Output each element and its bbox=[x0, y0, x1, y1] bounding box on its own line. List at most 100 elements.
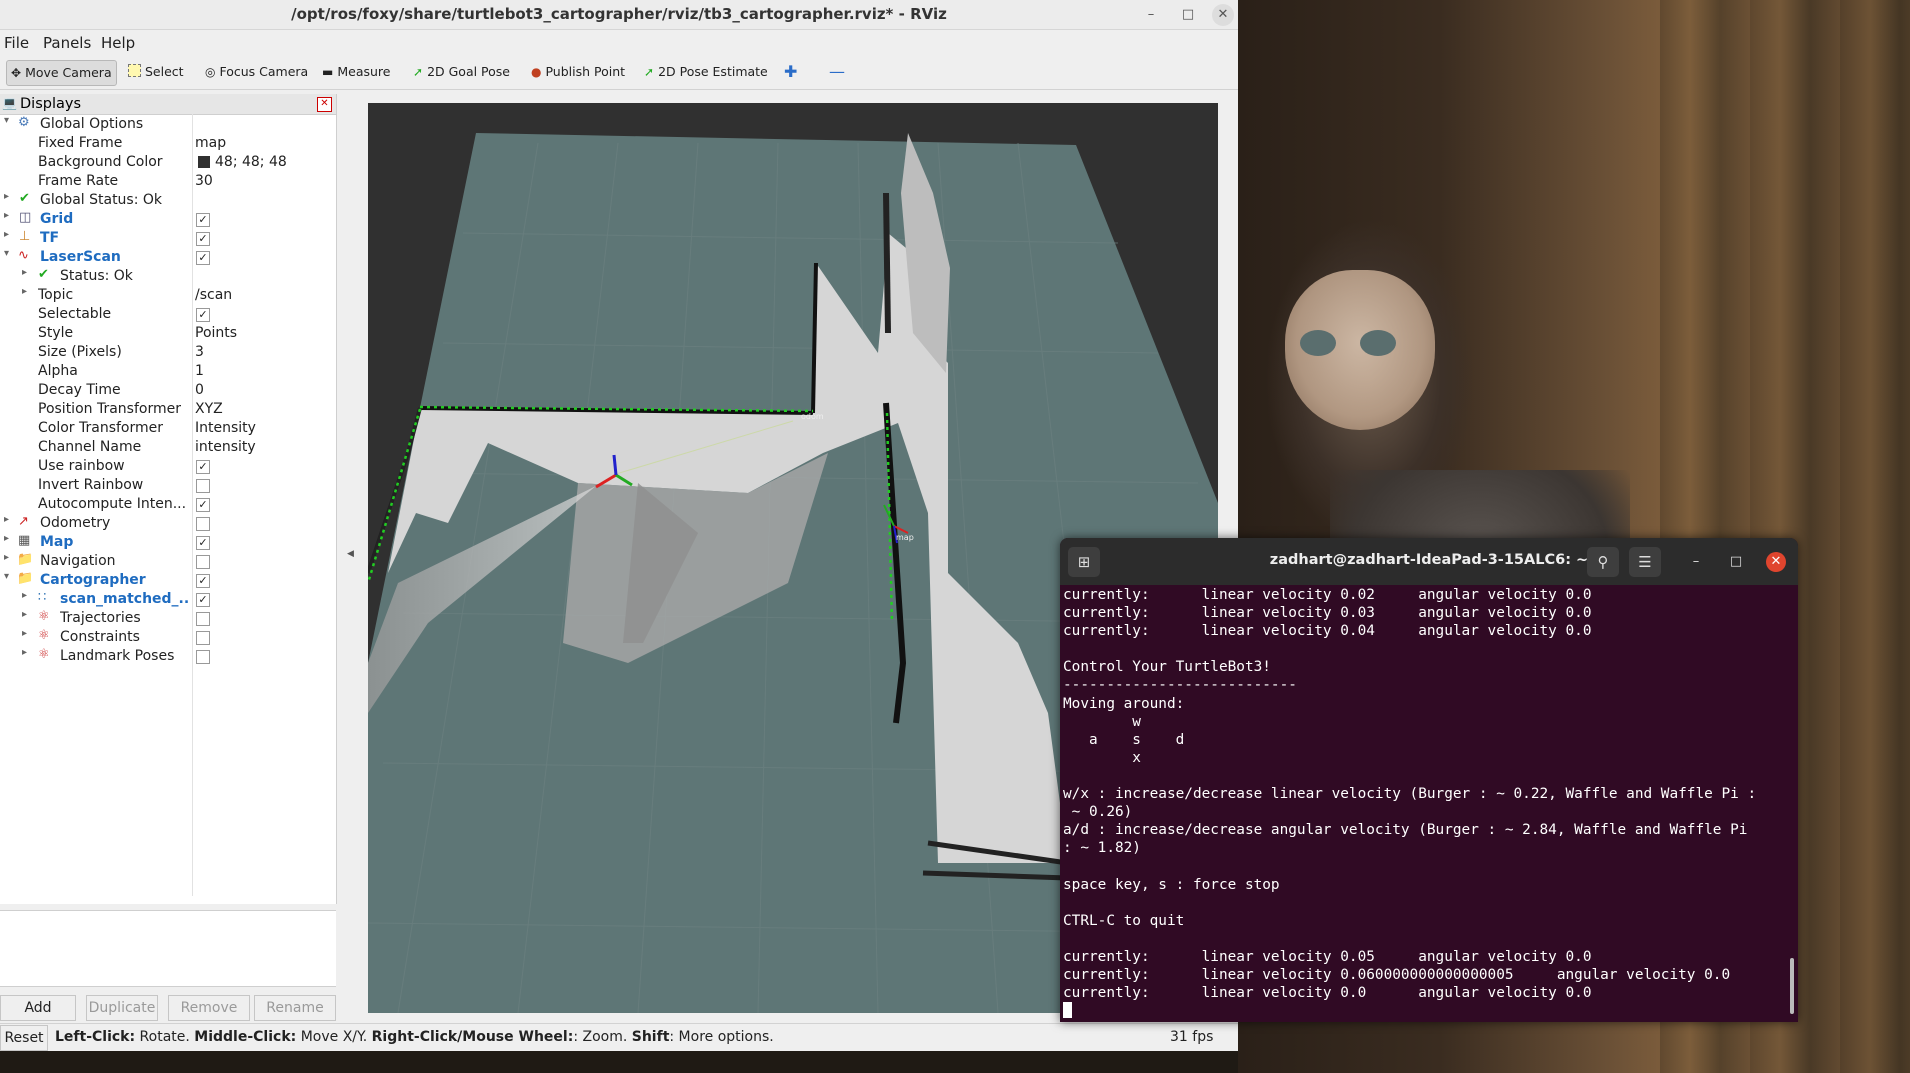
tool-move-camera[interactable]: ✥ Move Camera bbox=[6, 60, 117, 86]
terminal-output[interactable]: currently: linear velocity 0.02 angular … bbox=[1063, 586, 1790, 1022]
maximize-icon[interactable]: □ bbox=[1177, 4, 1199, 26]
landmark-poses-checkbox[interactable] bbox=[196, 650, 210, 664]
terminal-headerbar[interactable]: ⊞ zadhart@zadhart-IdeaPad-3-15ALC6: ~ ⚲ … bbox=[1060, 538, 1798, 585]
tree-row-laserscan[interactable]: ▾ ∿ LaserScan ✓ bbox=[0, 248, 336, 267]
laserscan-checkbox[interactable]: ✓ bbox=[196, 251, 210, 265]
tree-row-frame-rate[interactable]: Frame Rate 30 bbox=[0, 172, 336, 191]
tree-row-map[interactable]: ▸ ▦ Map ✓ bbox=[0, 533, 336, 552]
fps-counter: 31 fps bbox=[1170, 1029, 1214, 1045]
expand-arrow-icon[interactable]: ▾ bbox=[4, 115, 9, 126]
tree-row-position-transformer[interactable]: Position Transformer XYZ bbox=[0, 400, 336, 419]
tree-row-invert-rainbow[interactable]: Invert Rainbow bbox=[0, 476, 336, 495]
collapsed-arrow-icon[interactable]: ▸ bbox=[4, 552, 9, 563]
invert-rainbow-checkbox[interactable] bbox=[196, 479, 210, 493]
tree-row-global-options[interactable]: ▾ ⚙ Global Options bbox=[0, 115, 336, 134]
tool-publish-point[interactable]: ● Publish Point bbox=[527, 60, 629, 84]
collapsed-arrow-icon[interactable]: ▸ bbox=[4, 191, 9, 202]
tree-row-background-color[interactable]: Background Color 48; 48; 48 bbox=[0, 153, 336, 172]
add-button[interactable]: Add bbox=[0, 995, 76, 1021]
constraints-checkbox[interactable] bbox=[196, 631, 210, 645]
map-checkbox[interactable]: ✓ bbox=[196, 536, 210, 550]
expand-arrow-icon[interactable]: ▾ bbox=[4, 571, 9, 582]
navigation-checkbox[interactable] bbox=[196, 555, 210, 569]
cartographer-checkbox[interactable]: ✓ bbox=[196, 574, 210, 588]
collapse-arrow-icon[interactable]: ◀ bbox=[347, 549, 354, 559]
tree-row-cartographer[interactable]: ▾ 📁 Cartographer ✓ bbox=[0, 571, 336, 590]
tree-row-constraints[interactable]: ▸ ⚛ Constraints bbox=[0, 628, 336, 647]
tree-row-landmark-poses[interactable]: ▸ ⚛ Landmark Poses bbox=[0, 647, 336, 666]
rename-button[interactable]: Rename bbox=[254, 995, 336, 1021]
tf-checkbox[interactable]: ✓ bbox=[196, 232, 210, 246]
reset-button[interactable]: Reset bbox=[0, 1025, 48, 1051]
use-rainbow-checkbox[interactable]: ✓ bbox=[196, 460, 210, 474]
expand-arrow-icon[interactable]: ▾ bbox=[4, 248, 9, 259]
tool-2d-pose-estimate[interactable]: ➚ 2D Pose Estimate bbox=[640, 60, 772, 84]
collapsed-arrow-icon[interactable]: ▸ bbox=[22, 590, 27, 601]
tree-row-global-status[interactable]: ▸ ✔ Global Status: Ok bbox=[0, 191, 336, 210]
selectable-checkbox[interactable]: ✓ bbox=[196, 308, 210, 322]
tree-row-fixed-frame[interactable]: Fixed Frame map bbox=[0, 134, 336, 153]
tree-row-decay-time[interactable]: Decay Time 0 bbox=[0, 381, 336, 400]
display-description-box bbox=[0, 910, 336, 987]
tool-measure[interactable]: ▬ Measure bbox=[318, 60, 394, 84]
tool-2d-goal-pose[interactable]: ➚ 2D Goal Pose bbox=[409, 60, 514, 84]
minimize-icon[interactable]: – bbox=[1686, 552, 1706, 572]
maximize-icon[interactable]: □ bbox=[1726, 552, 1746, 572]
close-icon[interactable]: ✕ bbox=[1212, 4, 1234, 26]
tree-row-odometry[interactable]: ▸ ↗ Odometry bbox=[0, 514, 336, 533]
tool-focus-camera[interactable]: ◎ Focus Camera bbox=[201, 60, 312, 84]
tree-row-style[interactable]: Style Points bbox=[0, 324, 336, 343]
collapsed-arrow-icon[interactable]: ▸ bbox=[22, 267, 27, 278]
search-icon[interactable]: ⚲ bbox=[1587, 547, 1619, 577]
tree-row-scan-matched[interactable]: ▸ ∷ scan_matched_... ✓ bbox=[0, 590, 336, 609]
tree-row-tf[interactable]: ▸ ⊥ TF ✓ bbox=[0, 229, 336, 248]
remove-button[interactable]: Remove bbox=[168, 995, 250, 1021]
collapsed-arrow-icon[interactable]: ▸ bbox=[22, 609, 27, 620]
menu-help[interactable]: Help bbox=[101, 34, 135, 52]
collapsed-arrow-icon[interactable]: ▸ bbox=[4, 514, 9, 525]
panel-splitter-handle[interactable]: ◀ bbox=[345, 94, 359, 1014]
grid-checkbox[interactable]: ✓ bbox=[196, 213, 210, 227]
collapsed-arrow-icon[interactable]: ▸ bbox=[4, 210, 9, 221]
terminal-scrollbar[interactable] bbox=[1790, 958, 1794, 1014]
menubar: File Panels Help bbox=[0, 30, 1238, 54]
color-swatch[interactable] bbox=[198, 156, 210, 168]
monitor-icon: 💻 bbox=[2, 96, 17, 110]
minimize-icon[interactable]: – bbox=[1140, 4, 1162, 26]
collapsed-arrow-icon[interactable]: ▸ bbox=[22, 647, 27, 658]
tree-row-alpha[interactable]: Alpha 1 bbox=[0, 362, 336, 381]
close-panel-icon[interactable]: ✕ bbox=[317, 97, 332, 112]
close-icon[interactable]: ✕ bbox=[1766, 552, 1786, 572]
scan-matched-checkbox[interactable]: ✓ bbox=[196, 593, 210, 607]
trajectories-checkbox[interactable] bbox=[196, 612, 210, 626]
add-tool-icon[interactable]: ✚ bbox=[780, 60, 801, 84]
tree-row-grid[interactable]: ▸ ◫ Grid ✓ bbox=[0, 210, 336, 229]
duplicate-button[interactable]: Duplicate bbox=[86, 995, 158, 1021]
tree-row-topic[interactable]: ▸ Topic /scan bbox=[0, 286, 336, 305]
tree-row-channel-name[interactable]: Channel Name intensity bbox=[0, 438, 336, 457]
tree-row-trajectories[interactable]: ▸ ⚛ Trajectories bbox=[0, 609, 336, 628]
tree-row-autocompute-intensity[interactable]: Autocompute Inten... ✓ bbox=[0, 495, 336, 514]
tree-row-use-rainbow[interactable]: Use rainbow ✓ bbox=[0, 457, 336, 476]
collapsed-arrow-icon[interactable]: ▸ bbox=[4, 229, 9, 240]
tool-select[interactable]: Select bbox=[124, 60, 188, 84]
odometry-checkbox[interactable] bbox=[196, 517, 210, 531]
tree-row-status-ok[interactable]: ▸ ✔ Status: Ok bbox=[0, 267, 336, 286]
autocompute-checkbox[interactable]: ✓ bbox=[196, 498, 210, 512]
menu-file[interactable]: File bbox=[4, 34, 29, 52]
collapsed-arrow-icon[interactable]: ▸ bbox=[22, 286, 27, 297]
tree-row-selectable[interactable]: Selectable ✓ bbox=[0, 305, 336, 324]
tree-row-size-pixels[interactable]: Size (Pixels) 3 bbox=[0, 343, 336, 362]
collapsed-arrow-icon[interactable]: ▸ bbox=[22, 628, 27, 639]
tree-row-color-transformer[interactable]: Color Transformer Intensity bbox=[0, 419, 336, 438]
tree-row-navigation[interactable]: ▸ 📁 Navigation bbox=[0, 552, 336, 571]
collapsed-arrow-icon[interactable]: ▸ bbox=[4, 533, 9, 544]
rviz-titlebar[interactable]: /opt/ros/foxy/share/turtlebot3_cartograp… bbox=[0, 0, 1238, 30]
terminal-line: : ~ 1.82) bbox=[1063, 840, 1141, 857]
remove-tool-icon[interactable]: — bbox=[825, 60, 849, 84]
menu-panels[interactable]: Panels bbox=[43, 34, 91, 52]
hamburger-menu-icon[interactable]: ☰ bbox=[1629, 547, 1661, 577]
